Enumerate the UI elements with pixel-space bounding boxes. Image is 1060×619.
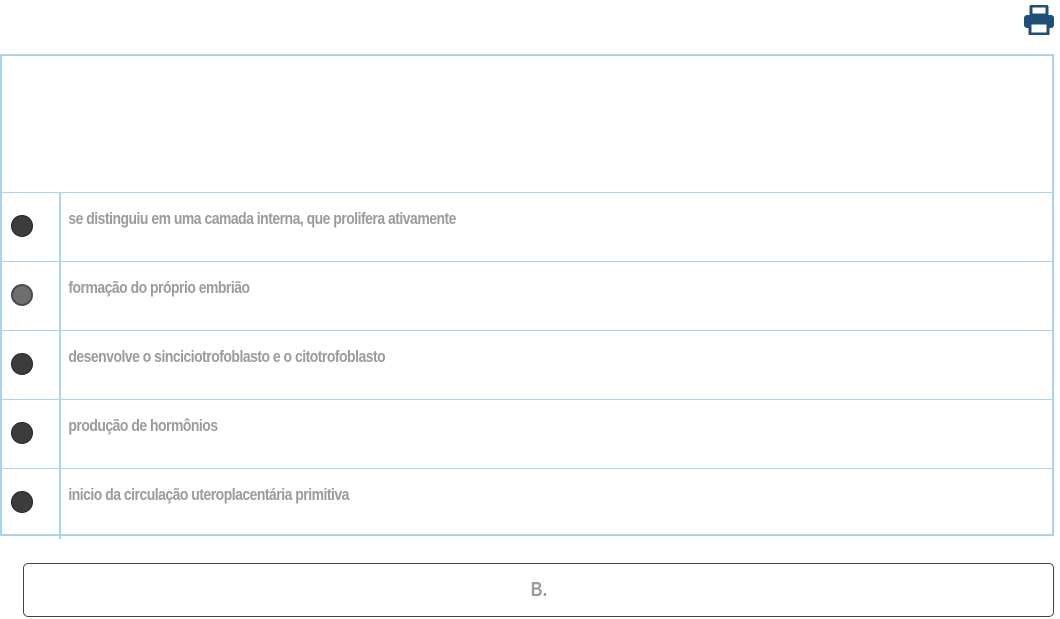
option-b[interactable]: formação do próprio embrião [2,262,1052,331]
radio-cell [2,400,61,468]
answer-box: B. [23,563,1054,617]
option-d[interactable]: produção de hormônios [2,400,1052,469]
radio-cell [2,469,61,539]
radio-cell [2,331,61,399]
option-label: desenvolve o sinciciotrofoblasto e o cit… [68,347,386,366]
option-label: produção de hormônios [68,416,218,435]
option-label: inicio da circulação uteroplacentária pr… [68,485,349,504]
radio-button[interactable] [11,353,33,375]
option-c[interactable]: desenvolve o sinciciotrofoblasto e o cit… [2,331,1052,400]
printer-icon [1024,5,1054,35]
radio-cell [2,193,61,261]
radio-button[interactable] [11,491,33,513]
question-panel: se distinguiu em uma camada interna, que… [0,54,1054,539]
option-e[interactable]: inicio da circulação uteroplacentária pr… [2,469,1052,539]
print-button[interactable] [1021,3,1057,37]
option-label: formação do próprio embrião [68,278,250,297]
question-header [2,56,1052,193]
radio-button[interactable] [11,422,33,444]
radio-button[interactable] [11,284,33,306]
option-label: se distinguiu em uma camada interna, que… [68,209,456,228]
option-a[interactable]: se distinguiu em uma camada interna, que… [2,193,1052,262]
radio-cell [2,262,61,330]
answer-label: B. [530,578,547,601]
radio-button[interactable] [11,215,33,237]
